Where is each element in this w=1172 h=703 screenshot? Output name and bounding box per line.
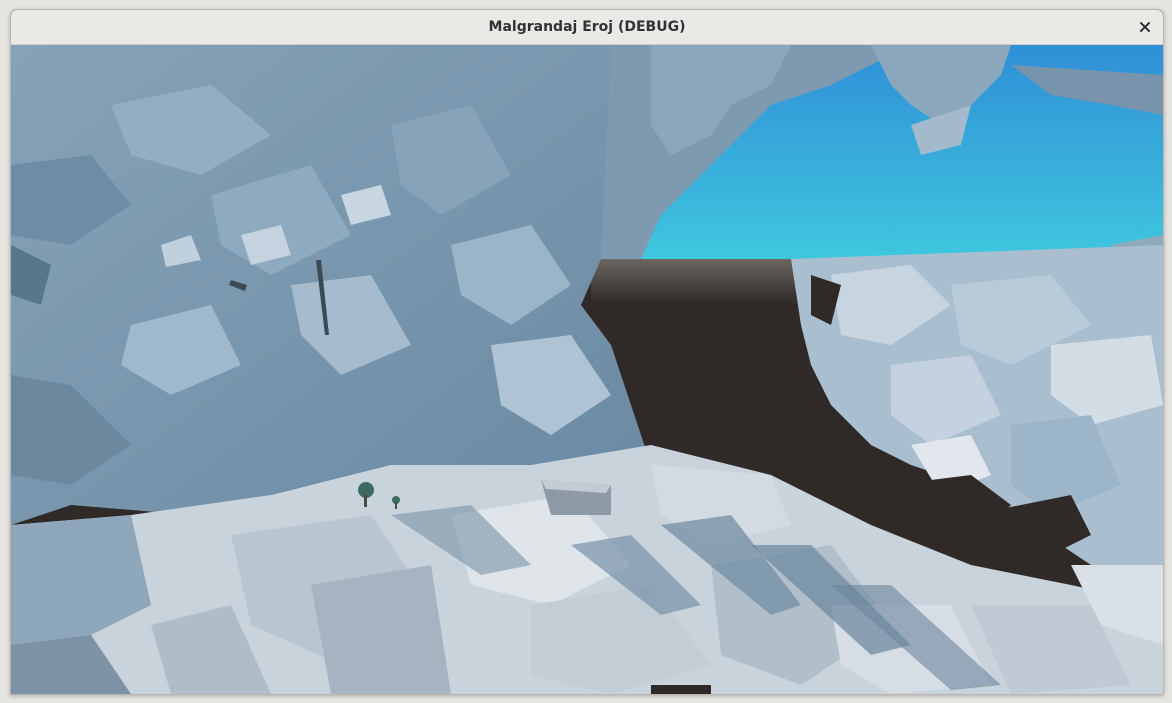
horizon-fog: [591, 259, 821, 304]
game-window: Malgrandaj Eroj (DEBUG): [10, 9, 1164, 695]
title-bar[interactable]: Malgrandaj Eroj (DEBUG): [11, 10, 1163, 45]
game-viewport[interactable]: [11, 45, 1163, 694]
scene-render: [11, 45, 1163, 694]
close-icon: [1139, 21, 1151, 33]
window-title: Malgrandaj Eroj (DEBUG): [488, 19, 686, 35]
close-button[interactable]: [1133, 15, 1157, 39]
